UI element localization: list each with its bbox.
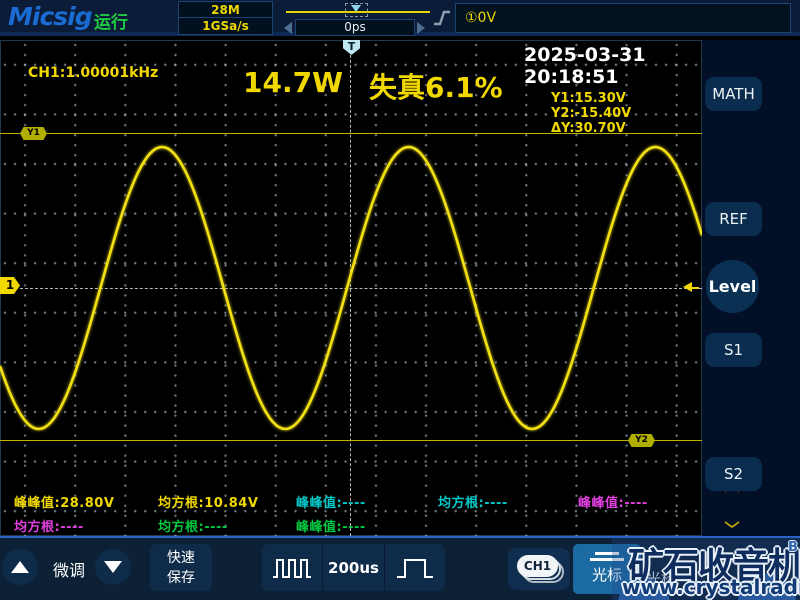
measurement-value: ----: [60, 520, 84, 535]
cursor-y1-tag[interactable]: Y1: [20, 127, 47, 140]
measurement-label: 峰峰值:: [296, 520, 343, 535]
window-position-icon: [351, 5, 361, 12]
pan-left-icon[interactable]: [284, 22, 292, 34]
trigger-slope-icon[interactable]: [433, 8, 451, 28]
run-status[interactable]: 运行: [94, 8, 128, 33]
top-status-bar: Micsig 运行 28M 1GSa/s 0ps ①0V: [0, 0, 800, 36]
ref-button[interactable]: REF: [705, 202, 762, 236]
power-value: 14.7W: [243, 66, 343, 99]
wide-pulse-icon: [396, 558, 433, 578]
cursor-label: 光标: [591, 566, 622, 584]
cursor-lines-icon: [595, 552, 619, 555]
watermark-circle: [738, 574, 796, 600]
level-button[interactable]: Level: [706, 260, 759, 528]
cursor-y2-line[interactable]: [0, 440, 702, 441]
horizontal-position[interactable]: 0ps: [295, 19, 415, 36]
measurement-ch1-pkpk: 峰峰值:28.80V: [14, 492, 114, 511]
measurement-label: 均方根:: [438, 496, 485, 511]
watermark-badge: B: [788, 540, 798, 555]
timebase-value[interactable]: 200us: [323, 544, 383, 591]
level-label: Level: [708, 277, 757, 296]
quick-save-line2: 保存: [167, 570, 195, 586]
s2-button[interactable]: S2: [705, 457, 762, 491]
cursor-y1-line[interactable]: [0, 133, 702, 134]
bottom-toolbar: 微调 快速 保存 200us CH1 光标 光标 矿石收音机 B www.cry…: [0, 536, 800, 600]
trigger-source-level[interactable]: ①0V: [455, 3, 791, 33]
chevron-down-icon: [724, 521, 740, 528]
micsig-logo: Micsig: [8, 2, 93, 31]
fine-tune-label: 微调: [52, 561, 85, 580]
measurement-value: ----: [204, 520, 228, 535]
measurement-label: 峰峰值:: [578, 496, 625, 511]
triangle-up-icon: [11, 561, 29, 573]
timebase-zoom-out-button[interactable]: [262, 544, 322, 591]
waveform-display-area[interactable]: T CH1:1.00001kHz 14.7W 失真6.1% 2025-03-31…: [0, 40, 702, 536]
measurement-ch2-pkpk: 峰峰值:----: [296, 492, 366, 511]
measurement-ch2-rms: 均方根:----: [438, 492, 508, 511]
quick-save-line1: 快速: [167, 550, 195, 566]
measurement-label: 均方根:: [14, 520, 61, 535]
measurement-label: 均方根:: [158, 520, 205, 535]
measurement-ch3-rms: 均方根:----: [14, 516, 84, 535]
cursor-y2-tag[interactable]: Y2: [628, 434, 655, 447]
cursor-button[interactable]: 光标: [573, 544, 641, 594]
right-sidebar: MATH REF Level S1 S2: [702, 40, 800, 536]
cursor-y2-value: Y2:-15.40V: [551, 106, 632, 121]
measurement-ch3-pkpk: 峰峰值:----: [578, 492, 648, 511]
fine-tune-up-button[interactable]: [2, 549, 38, 585]
compressed-pulses-icon: [273, 558, 312, 578]
acquisition-info-box[interactable]: 28M 1GSa/s: [178, 1, 273, 35]
s1-button[interactable]: S1: [705, 333, 762, 367]
channel-badge: CH1: [517, 555, 558, 577]
trigger-level-tail: [691, 286, 699, 289]
memory-depth: 28M: [179, 2, 272, 18]
datetime-display: 2025-03-31 20:18:51: [524, 44, 646, 88]
cursor-readout: Y1:15.30V Y2:-15.40V ΔY:30.70V: [551, 91, 631, 136]
measurement-ch4-pkpk: 峰峰值:----: [296, 516, 366, 535]
ch1-frequency-readout: CH1:1.00001kHz: [28, 65, 159, 81]
timebase-zoom-in-button[interactable]: [385, 544, 445, 591]
cursor-secondary-label[interactable]: 光标: [646, 568, 676, 589]
sample-rate: 1GSa/s: [202, 19, 249, 33]
oscilloscope-screen: Micsig 运行 28M 1GSa/s 0ps ①0V T CH1:1.000…: [0, 0, 800, 600]
quick-save-button[interactable]: 快速 保存: [150, 544, 212, 591]
measurement-value: ----: [624, 496, 648, 511]
measurement-ch4-rms: 均方根:----: [158, 516, 228, 535]
math-button[interactable]: MATH: [705, 77, 762, 111]
measurement-label: 均方根:: [158, 496, 205, 511]
timebase-control-group: 200us: [262, 544, 445, 591]
pan-right-icon[interactable]: [417, 22, 425, 34]
measurement-label: 峰峰值:: [14, 496, 61, 511]
channel-select-button[interactable]: CH1: [508, 548, 570, 590]
math-readout: 14.7W 失真6.1%: [243, 66, 503, 106]
memory-window-marker[interactable]: [345, 3, 368, 17]
triangle-down-icon: [104, 561, 122, 573]
cursor-lines-icon: [590, 558, 624, 561]
distortion-value: 失真6.1%: [368, 71, 503, 104]
measurement-value: ----: [342, 496, 366, 511]
measurement-ch1-rms: 均方根:10.84V: [158, 492, 258, 511]
measurement-value: 10.84V: [204, 496, 259, 511]
measurement-label: 峰峰值:: [296, 496, 343, 511]
measurement-value: ----: [342, 520, 366, 535]
cursor-y1-value: Y1:15.30V: [551, 91, 626, 106]
measurement-value: ----: [484, 496, 508, 511]
measurement-value: 28.80V: [60, 496, 115, 511]
fine-tune-down-button[interactable]: [95, 549, 131, 585]
trigger-level-marker[interactable]: [683, 282, 699, 293]
